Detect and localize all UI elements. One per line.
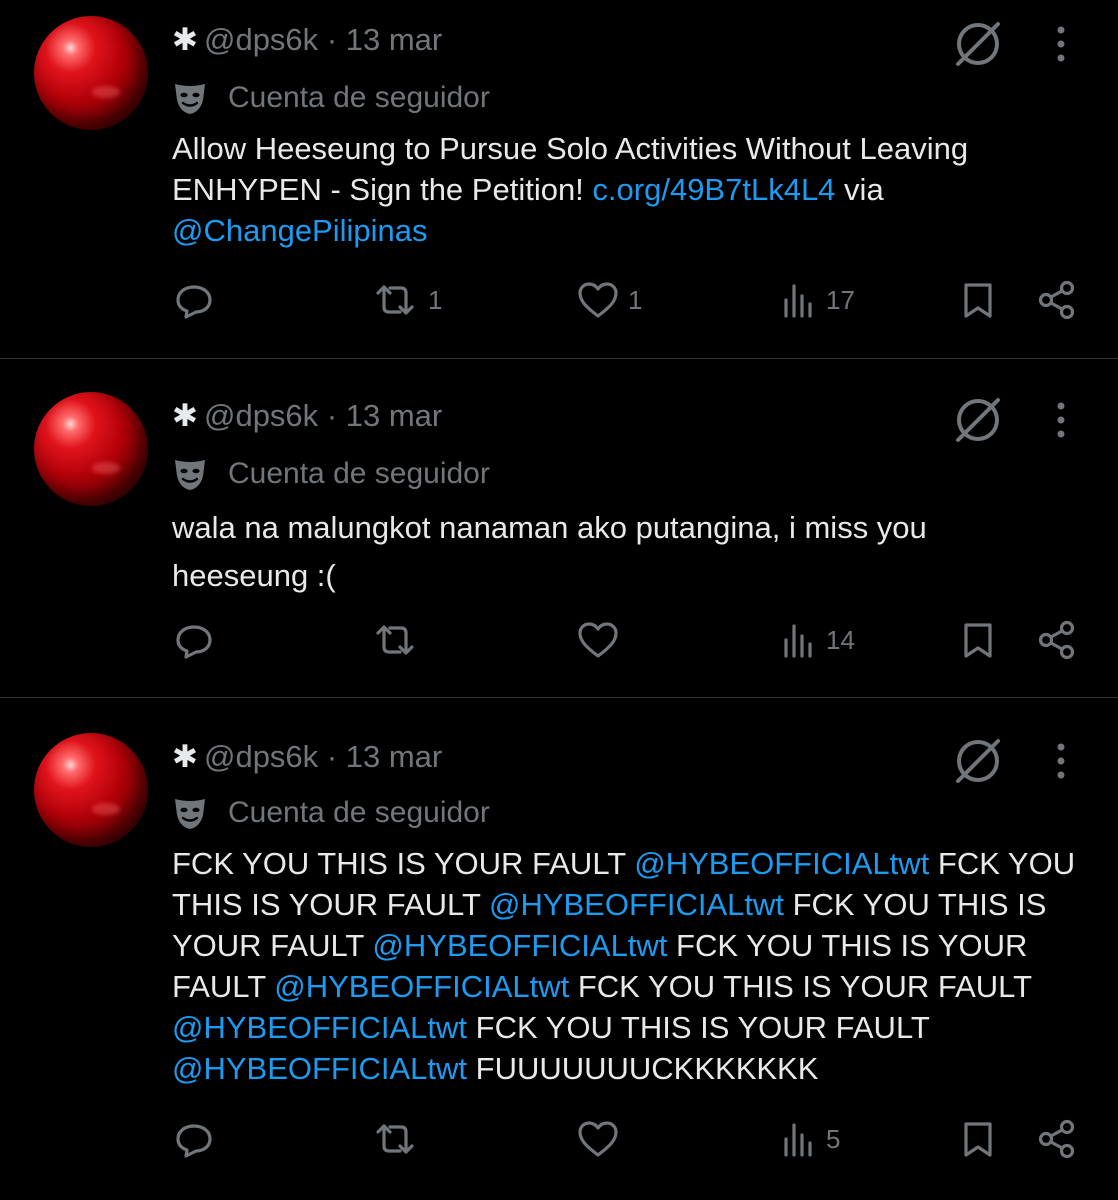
more-options-icon[interactable]	[1046, 22, 1076, 66]
follower-mask-icon	[175, 799, 205, 829]
share-icon	[1038, 280, 1075, 320]
retweet-button[interactable]	[370, 620, 428, 660]
tweet-text: wala na malungkot nanaman ako putangina,…	[172, 504, 1032, 600]
reply-button[interactable]	[174, 620, 214, 660]
avatar[interactable]	[34, 733, 148, 847]
like-button[interactable]: 1	[576, 280, 642, 320]
retweet-icon	[376, 285, 414, 315]
share-button[interactable]	[1036, 1119, 1078, 1159]
retweet-icon	[376, 625, 414, 655]
header-separator: ·	[326, 398, 338, 433]
reply-button[interactable]	[174, 280, 214, 320]
asterisk-icon: ✱	[172, 22, 198, 57]
share-icon	[1038, 1119, 1075, 1159]
tweet-header: ✱ @dps6k · 13 mar	[172, 22, 442, 58]
follower-label: Cuenta de seguidor	[228, 81, 490, 114]
views-icon	[784, 284, 812, 318]
views-button[interactable]: 14	[778, 620, 855, 660]
tweet-text: Allow Heeseung to Pursue Solo Activities…	[172, 128, 1082, 251]
reply-icon	[176, 1124, 212, 1158]
grok-icon[interactable]	[950, 733, 1006, 789]
like-button[interactable]	[576, 620, 628, 660]
retweet-button[interactable]	[370, 1119, 428, 1159]
tweet-date[interactable]: 13 mar	[346, 739, 442, 774]
retweet-icon	[376, 1124, 414, 1154]
text-part: wala na malungkot nanaman ako putangina,…	[172, 510, 927, 593]
follower-mask-icon	[175, 84, 205, 114]
mention-link[interactable]: @HYBEOFFICIALtwt	[172, 1010, 467, 1045]
follower-label: Cuenta de seguidor	[228, 796, 490, 829]
views-button[interactable]: 17	[778, 280, 855, 320]
text-part: FCK YOU THIS IS YOUR FAULT	[569, 969, 1032, 1004]
views-button[interactable]: 5	[778, 1119, 840, 1159]
reply-button[interactable]	[174, 1119, 214, 1159]
tweet-header: ✱ @dps6k · 13 mar	[172, 739, 442, 775]
tweet[interactable]: ✱ @dps6k · 13 mar Cuenta de seguidor wala…	[0, 358, 1118, 698]
views-count: 14	[826, 624, 855, 655]
mention-link[interactable]: @HYBEOFFICIALtwt	[274, 969, 569, 1004]
user-handle[interactable]: @dps6k	[204, 398, 318, 433]
avatar[interactable]	[34, 16, 148, 130]
text-part: FCK YOU THIS IS YOUR FAULT	[467, 1010, 930, 1045]
views-icon	[784, 624, 812, 658]
tweet[interactable]: ✱ @dps6k · 13 mar Cuenta de seguidor Allo…	[0, 0, 1118, 359]
mention-link[interactable]: @HYBEOFFICIALtwt	[489, 887, 784, 922]
bookmark-button[interactable]	[958, 280, 998, 320]
text-part: FUUUUUUUCKKKKKKK	[467, 1051, 819, 1086]
share-button[interactable]	[1036, 620, 1078, 660]
views-count: 5	[826, 1123, 841, 1154]
mention-link[interactable]: @HYBEOFFICIALtwt	[372, 928, 667, 963]
header-separator: ·	[326, 739, 338, 774]
grok-icon[interactable]	[950, 16, 1006, 72]
text-part: FCK YOU THIS IS YOUR FAULT	[172, 846, 635, 881]
views-icon	[784, 1123, 812, 1157]
retweet-count: 1	[428, 284, 443, 315]
asterisk-icon: ✱	[172, 739, 198, 774]
bookmark-icon	[964, 623, 992, 658]
tweet-date[interactable]: 13 mar	[346, 398, 442, 433]
user-handle[interactable]: @dps6k	[204, 22, 318, 57]
mention-link[interactable]: @HYBEOFFICIALtwt	[634, 846, 929, 881]
share-button[interactable]	[1036, 280, 1078, 320]
mention-link[interactable]: @ChangePilipinas	[172, 213, 428, 248]
more-options-icon[interactable]	[1046, 398, 1076, 442]
like-icon	[578, 1121, 618, 1157]
follower-label: Cuenta de seguidor	[228, 457, 490, 490]
user-handle[interactable]: @dps6k	[204, 739, 318, 774]
action-bar: 1 1 17	[0, 280, 1118, 330]
like-icon	[578, 622, 618, 658]
action-bar: 14	[0, 620, 1118, 670]
reply-icon	[176, 625, 212, 659]
like-button[interactable]	[576, 1119, 628, 1159]
asterisk-icon: ✱	[172, 398, 198, 433]
like-icon	[578, 282, 618, 318]
follower-account-label: Cuenta de seguidor	[172, 80, 490, 116]
like-count: 1	[628, 284, 643, 315]
bookmark-button[interactable]	[958, 1119, 998, 1159]
views-count: 17	[826, 284, 855, 315]
tweet[interactable]: ✱ @dps6k · 13 mar Cuenta de seguidor FCK …	[0, 697, 1118, 1200]
share-icon	[1038, 620, 1075, 660]
bookmark-icon	[964, 1122, 992, 1157]
text-part: via	[835, 172, 884, 207]
tweet-text: FCK YOU THIS IS YOUR FAULT @HYBEOFFICIAL…	[172, 843, 1077, 1089]
follower-mask-icon	[175, 460, 205, 490]
more-options-icon[interactable]	[1046, 739, 1076, 783]
header-separator: ·	[326, 22, 338, 57]
retweet-button[interactable]: 1	[370, 280, 442, 320]
text-link[interactable]: c.org/49B7tLk4L4	[592, 172, 835, 207]
tweet-header: ✱ @dps6k · 13 mar	[172, 398, 442, 434]
follower-account-label: Cuenta de seguidor	[172, 456, 490, 492]
follower-account-label: Cuenta de seguidor	[172, 795, 490, 831]
bookmark-button[interactable]	[958, 620, 998, 660]
tweet-date[interactable]: 13 mar	[346, 22, 442, 57]
bookmark-icon	[964, 283, 992, 318]
action-bar: 5	[0, 1119, 1118, 1169]
avatar[interactable]	[34, 392, 148, 506]
mention-link[interactable]: @HYBEOFFICIALtwt	[172, 1051, 467, 1086]
reply-icon	[176, 285, 212, 319]
grok-icon[interactable]	[950, 392, 1006, 448]
